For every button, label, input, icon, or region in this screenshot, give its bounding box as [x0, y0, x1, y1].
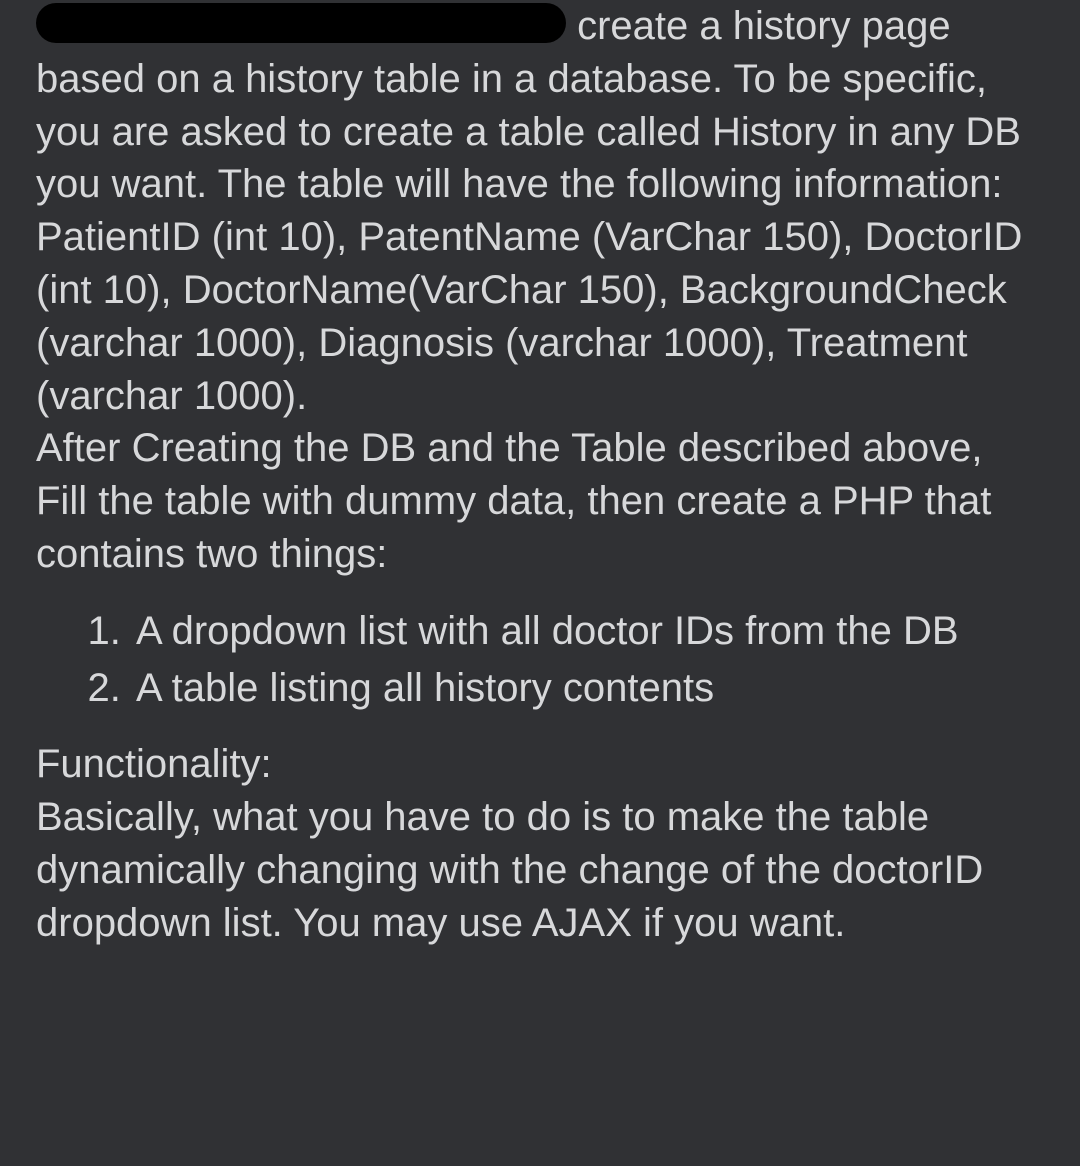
functionality-body: Basically, what you have to do is to mak…	[36, 795, 983, 945]
document-page: create a history page based on a history…	[0, 0, 1080, 1004]
intro-text-1: create a history page based on a history…	[36, 4, 1022, 418]
list-item: A table listing all history contents	[132, 662, 1024, 715]
redacted-block	[36, 3, 566, 43]
intro-text-2: After Creating the DB and the Table desc…	[36, 426, 991, 576]
requirements-list: A dropdown list with all doctor IDs from…	[36, 605, 1044, 715]
functionality-heading: Functionality:	[36, 738, 1044, 791]
functionality-paragraph: Functionality: Basically, what you have …	[36, 738, 1044, 949]
list-item: A dropdown list with all doctor IDs from…	[132, 605, 1024, 658]
intro-paragraph: create a history page based on a history…	[36, 0, 1044, 581]
